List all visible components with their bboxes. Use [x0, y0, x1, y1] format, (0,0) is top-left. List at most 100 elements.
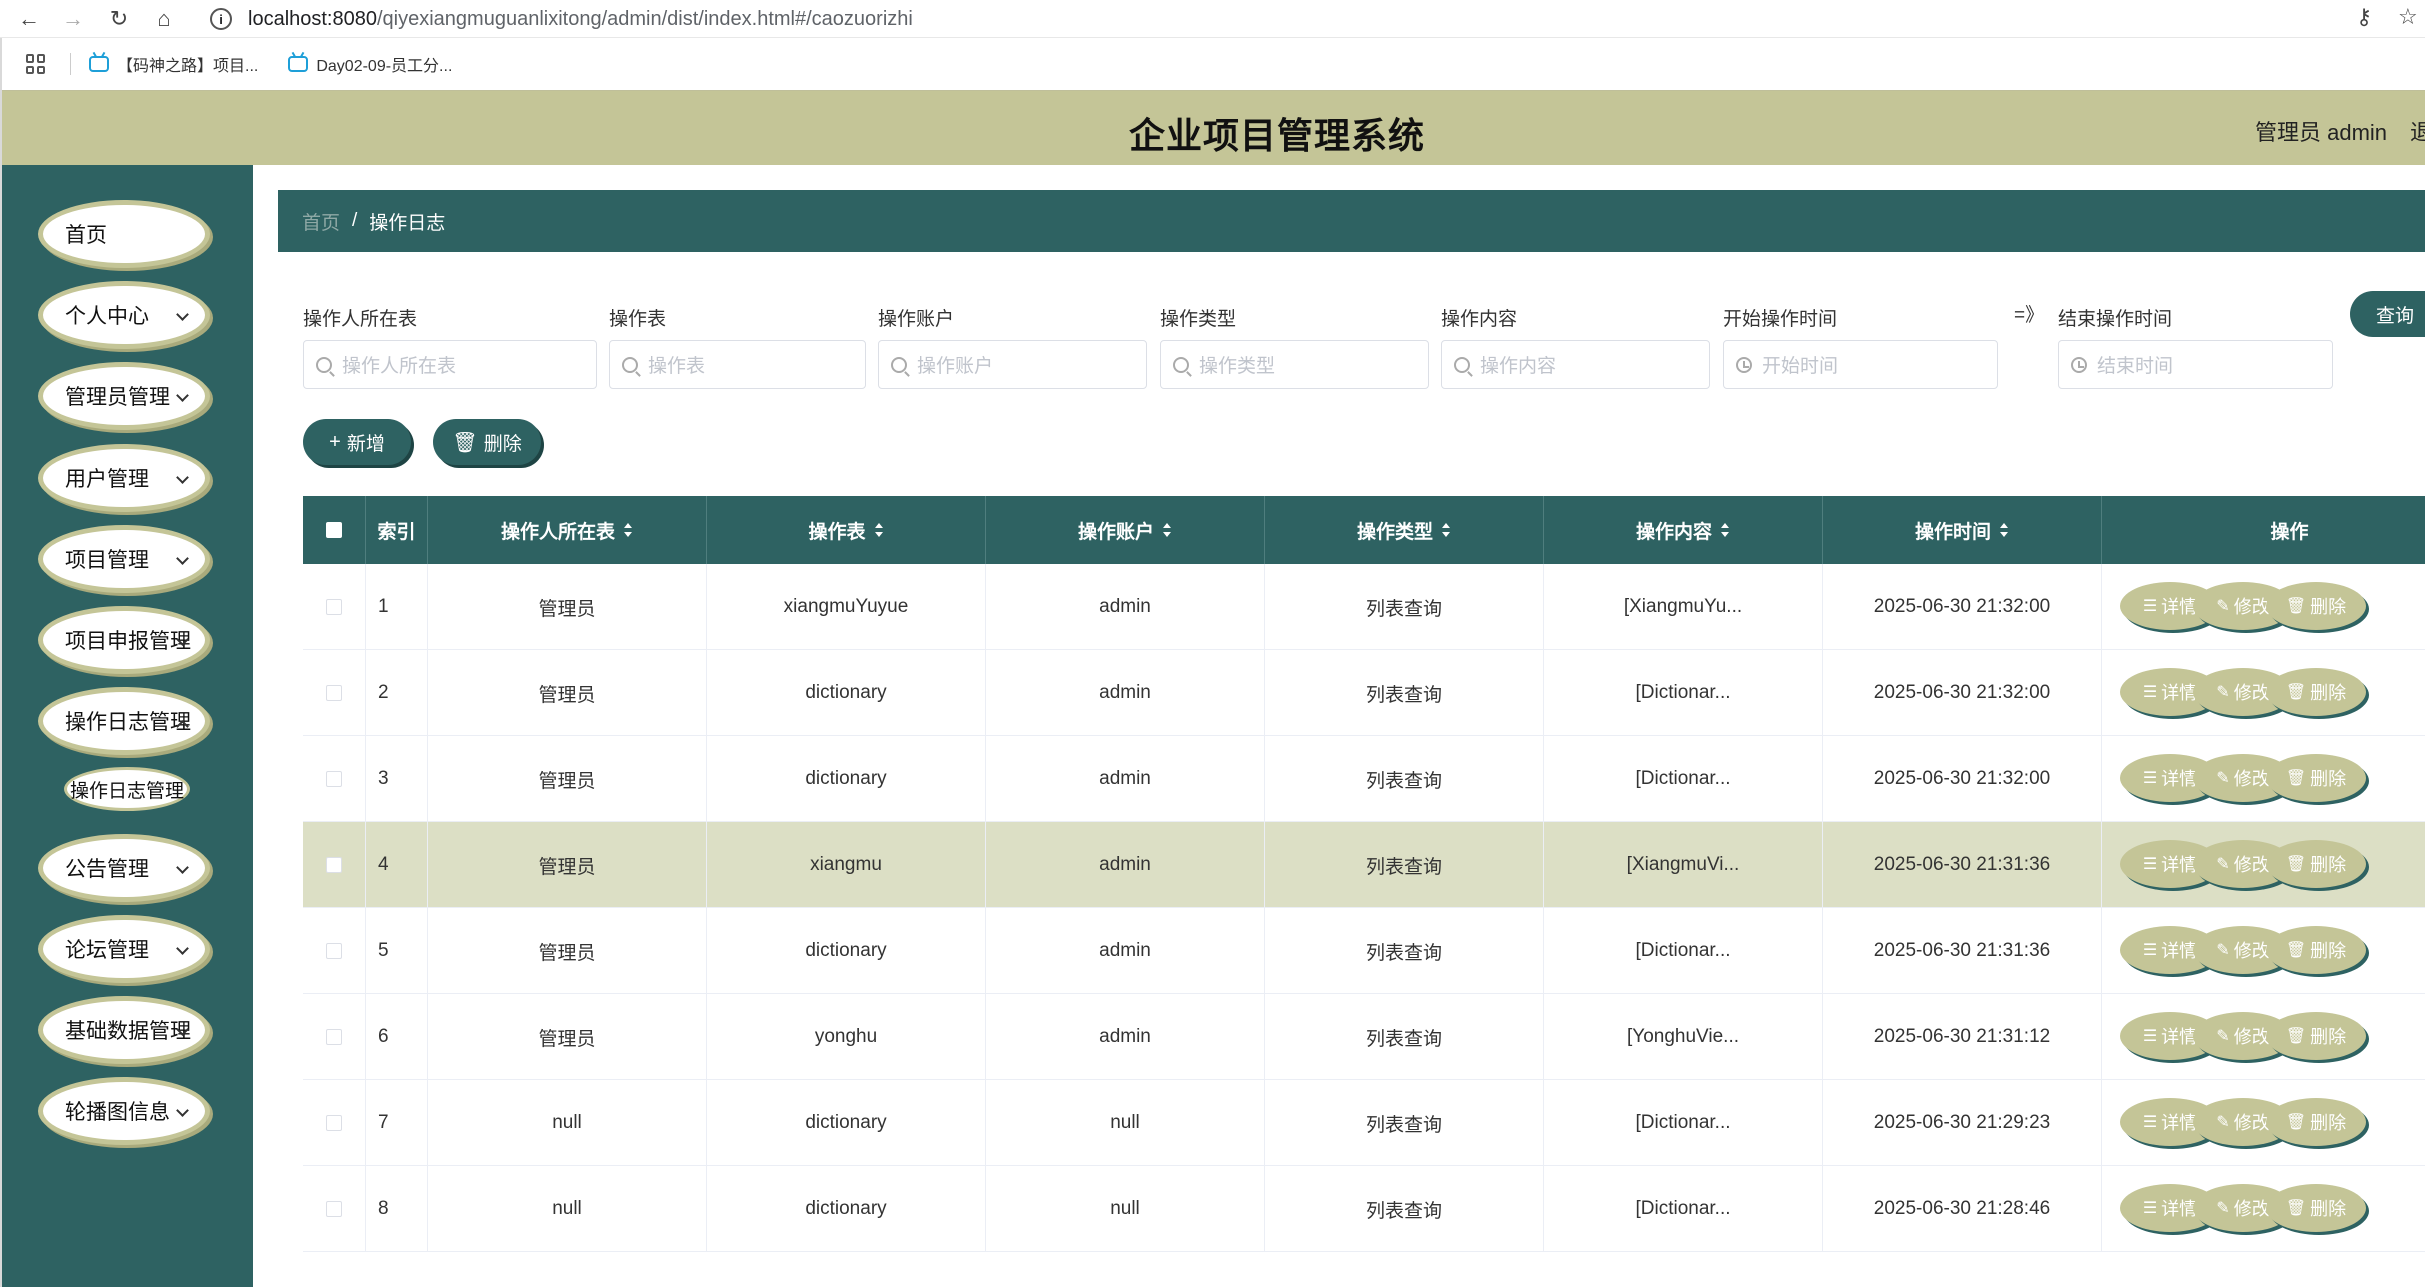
chevron-down-icon [176, 471, 189, 484]
sidebar-item-project-application[interactable]: 项目申报管理 [38, 606, 210, 674]
table-row[interactable]: 1 管理员 xiangmuYuyue admin 列表查询 [XiangmuYu... 20… [303, 564, 2425, 650]
bookmark-label: Day02-09-员工分... [316, 58, 453, 75]
sidebar-item-label: 管理员管理 [65, 386, 170, 409]
sidebar-item-basic-data[interactable]: 基础数据管理 [38, 996, 210, 1064]
cell-op-table: dictionary [707, 650, 986, 736]
range-separator: =》 [2014, 305, 2045, 326]
bookmark-star-icon[interactable]: ☆ [2398, 4, 2418, 30]
row-checkbox[interactable] [326, 1201, 342, 1217]
chevron-down-icon [176, 552, 189, 565]
table-row[interactable]: 2 管理员 dictionary admin 列表查询 [Dictionar... 2025… [303, 650, 2425, 736]
search-icon [891, 356, 907, 373]
filter-label-start-time: 开始操作时间 [1723, 309, 1838, 330]
row-delete-button[interactable]: 🗑 删除 [2266, 754, 2366, 802]
filter-input-op-content[interactable]: 操作内容 [1441, 340, 1710, 389]
row-delete-button[interactable]: 🗑 删除 [2266, 1184, 2366, 1232]
column-header-op-table[interactable]: 操作表 [707, 496, 986, 564]
row-checkbox[interactable] [326, 857, 342, 873]
column-header-op-content[interactable]: 操作内容 [1544, 496, 1823, 564]
sort-icon[interactable] [1999, 522, 2009, 538]
row-checkbox[interactable] [326, 1115, 342, 1131]
column-header-index: 索引 [366, 496, 428, 564]
row-checkbox-cell[interactable] [303, 736, 366, 822]
sidebar-item-forum[interactable]: 论坛管理 [38, 915, 210, 983]
back-icon[interactable]: ← [14, 4, 44, 34]
sort-icon[interactable] [623, 522, 633, 538]
table-row[interactable]: 5 管理员 dictionary admin 列表查询 [Dictionar... 2025… [303, 908, 2425, 994]
button-label: 删除 [2310, 1113, 2347, 1133]
row-actions-cell: ☰ 详情 ✎ 修改 🗑 删除 [2102, 736, 2425, 822]
select-all-checkbox[interactable] [326, 522, 342, 538]
submenu-item-operation-log-management[interactable]: 操作日志管理 [64, 767, 190, 811]
row-checkbox[interactable] [326, 685, 342, 701]
delete-button[interactable]: 🗑 删除 [433, 419, 541, 465]
filter-input-start-time[interactable]: 开始时间 [1723, 340, 1998, 389]
sort-icon[interactable] [1162, 522, 1172, 538]
cell-op-content: [Dictionar... [1544, 908, 1823, 994]
row-checkbox-cell[interactable] [303, 1080, 366, 1166]
table-row[interactable]: 4 管理员 xiangmu admin 列表查询 [XiangmuVi... 2025-06… [303, 822, 2425, 908]
sidebar-item-project-management[interactable]: 项目管理 [38, 525, 210, 593]
sort-icon[interactable] [874, 522, 884, 538]
home-icon[interactable]: ⌂ [149, 4, 179, 34]
row-delete-button[interactable]: 🗑 删除 [2266, 1012, 2366, 1060]
filter-input-op-type[interactable]: 操作类型 [1160, 340, 1429, 389]
bilibili-tv-icon [89, 56, 109, 72]
row-checkbox[interactable] [326, 943, 342, 959]
column-header-label: 操作人所在表 [500, 521, 615, 543]
row-checkbox-cell[interactable] [303, 1166, 366, 1252]
forward-icon[interactable]: → [58, 4, 88, 34]
sidebar-item-admin-management[interactable]: 管理员管理 [38, 362, 210, 430]
button-label: 详情 [2161, 941, 2198, 961]
column-header-op-type[interactable]: 操作类型 [1265, 496, 1544, 564]
site-info-icon[interactable]: i [210, 8, 232, 30]
sort-icon[interactable] [1720, 522, 1730, 538]
column-header-table-owner[interactable]: 操作人所在表 [428, 496, 707, 564]
sidebar-item-user-management[interactable]: 用户管理 [38, 444, 210, 512]
select-all-checkbox-cell[interactable] [303, 496, 366, 564]
row-delete-button[interactable]: 🗑 删除 [2266, 582, 2366, 630]
filter-input-account[interactable]: 操作账户 [878, 340, 1147, 389]
filter-label-op-table: 操作表 [609, 309, 667, 330]
filter-input-op-table[interactable]: 操作表 [609, 340, 866, 389]
password-key-icon[interactable]: ⚷ [2356, 4, 2372, 30]
row-delete-button[interactable]: 🗑 删除 [2266, 926, 2366, 974]
filter-input-table-owner[interactable]: 操作人所在表 [303, 340, 597, 389]
cell-op-table: yonghu [707, 994, 986, 1080]
row-checkbox-cell[interactable] [303, 822, 366, 908]
row-checkbox-cell[interactable] [303, 908, 366, 994]
clock-icon [1736, 356, 1752, 373]
table-row[interactable]: 6 管理员 yonghu admin 列表查询 [YonghuVie... 2025-06-… [303, 994, 2425, 1080]
row-checkbox[interactable] [326, 771, 342, 787]
row-delete-button[interactable]: 🗑 删除 [2266, 840, 2366, 888]
bookmark-item[interactable]: Day02-09-员工分... [288, 52, 452, 76]
sidebar-item-home[interactable]: 首页 [38, 200, 210, 268]
row-checkbox[interactable] [326, 599, 342, 615]
logout-link[interactable]: 退出 [2410, 115, 2425, 147]
sidebar-item-announcement[interactable]: 公告管理 [38, 834, 210, 902]
query-button[interactable]: 查询 [2350, 291, 2425, 337]
sidebar-item-operation-log[interactable]: 操作日志管理 [38, 687, 210, 755]
table-row[interactable]: 8 null dictionary null 列表查询 [Dictionar... 2025… [303, 1166, 2425, 1252]
filter-input-end-time[interactable]: 结束时间 [2058, 340, 2333, 389]
row-delete-button[interactable]: 🗑 删除 [2266, 668, 2366, 716]
sidebar-item-carousel[interactable]: 轮播图信息 [38, 1077, 210, 1145]
row-checkbox-cell[interactable] [303, 564, 366, 650]
apps-grid-icon[interactable] [26, 54, 46, 74]
column-header-op-time[interactable]: 操作时间 [1823, 496, 2102, 564]
breadcrumb-home[interactable]: 首页 [302, 208, 340, 235]
bookmark-item[interactable]: 【码神之路】项目... [89, 52, 258, 76]
sidebar-item-personal-center[interactable]: 个人中心 [38, 281, 210, 349]
table-row[interactable]: 7 null dictionary null 列表查询 [Dictionar... 2025… [303, 1080, 2425, 1166]
row-checkbox[interactable] [326, 1029, 342, 1045]
column-header-account[interactable]: 操作账户 [986, 496, 1265, 564]
row-delete-button[interactable]: 🗑 删除 [2266, 1098, 2366, 1146]
add-button[interactable]: + 新增 [303, 419, 411, 465]
cell-account: admin [986, 650, 1265, 736]
address-bar[interactable]: i localhost:8080/qiyexiangmuguanlixitong… [200, 4, 2350, 34]
row-checkbox-cell[interactable] [303, 994, 366, 1080]
reload-icon[interactable]: ↻ [104, 4, 134, 34]
sort-icon[interactable] [1441, 522, 1451, 538]
table-row[interactable]: 3 管理员 dictionary admin 列表查询 [Dictionar... 2025… [303, 736, 2425, 822]
row-checkbox-cell[interactable] [303, 650, 366, 736]
